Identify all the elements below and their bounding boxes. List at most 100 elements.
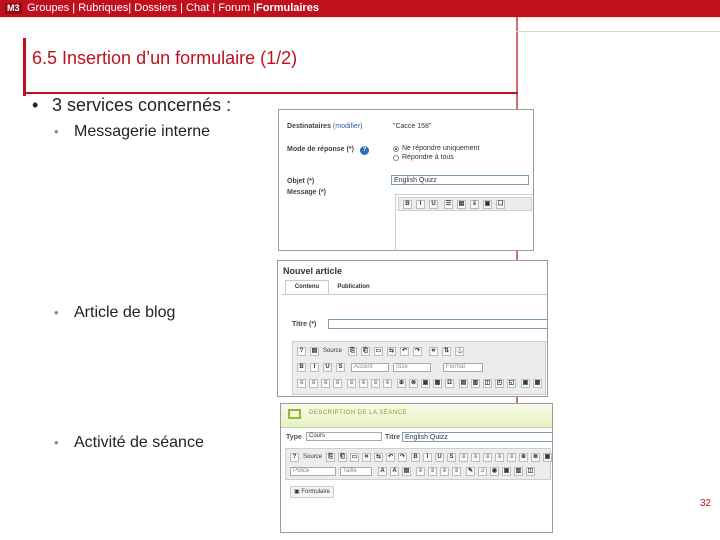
list-icon[interactable]: ☰ (444, 200, 453, 209)
align-right-icon[interactable]: ≡ (321, 379, 330, 388)
justify-icon[interactable]: ≡ (333, 379, 342, 388)
message-editor[interactable]: B I U ☰ ▤ ⇩ ▣ ❏ (395, 194, 533, 250)
table-icon[interactable]: ▤ (457, 200, 466, 209)
paste-text-icon[interactable]: ▭ (374, 347, 383, 356)
outdent-icon[interactable]: ≡ (371, 379, 380, 388)
image-icon[interactable]: ▣ (421, 379, 430, 388)
type-select[interactable]: Cours (306, 432, 382, 441)
doc-icon[interactable]: ▤ (310, 347, 319, 356)
frame-icon[interactable]: ◫ (526, 467, 535, 476)
align-right-icon[interactable]: ≡ (483, 453, 492, 462)
font-color-icon[interactable]: A (378, 467, 387, 476)
link-icon[interactable]: ⊕ (519, 453, 528, 462)
nav-link-forum[interactable]: Forum (218, 2, 250, 14)
nav-link-rubriques[interactable]: Rubriques (78, 2, 128, 14)
police-select[interactable]: Police (290, 467, 336, 476)
source-button[interactable]: Source (303, 454, 322, 460)
help-icon[interactable]: ? (360, 146, 369, 155)
modify-link[interactable]: (modifier) (333, 123, 363, 130)
paste-icon[interactable]: ⎗ (338, 453, 347, 462)
video-icon[interactable]: ◉ (490, 467, 499, 476)
paste-text-icon[interactable]: ▭ (350, 453, 359, 462)
indent-icon[interactable]: ≡ (383, 379, 392, 388)
media-icon[interactable]: ▣ (502, 467, 511, 476)
replace-icon[interactable]: ⇆ (387, 347, 396, 356)
block-icon[interactable]: ◰ (495, 379, 504, 388)
taille-select[interactable]: Taille (340, 467, 372, 476)
nav-link-groupes[interactable]: Groupes (27, 2, 69, 14)
strike-button[interactable]: S (336, 363, 345, 372)
unlink-icon[interactable]: ⊗ (531, 453, 540, 462)
nav-link-formulaires[interactable]: Formulaires (256, 2, 319, 14)
reply-radio-all[interactable] (393, 155, 399, 161)
size-select[interactable]: Size (393, 363, 431, 372)
sort-icon[interactable]: ⇅ (442, 347, 451, 356)
align-center-icon[interactable]: ≡ (309, 379, 318, 388)
help-button[interactable]: ? (290, 453, 299, 462)
layout-icon[interactable]: ▥ (471, 379, 480, 388)
redo-icon[interactable]: ↷ (413, 347, 422, 356)
list-icon[interactable]: ≡ (507, 453, 516, 462)
pencil-icon[interactable]: ✎ (466, 467, 475, 476)
list-ordered-icon[interactable]: ≡ (347, 379, 356, 388)
nav-link-chat[interactable]: Chat (186, 2, 209, 14)
grid-icon[interactable]: ⌗ (429, 347, 438, 356)
layout-icon[interactable]: ▥ (514, 467, 523, 476)
frame-icon[interactable]: ◫ (483, 379, 492, 388)
underline-button[interactable]: U (429, 200, 438, 209)
table-icon[interactable]: ▦ (433, 379, 442, 388)
div-icon[interactable]: ◱ (507, 379, 516, 388)
reply-radio-single[interactable] (393, 146, 399, 152)
format-select[interactable]: Format (443, 363, 483, 372)
image-icon[interactable]: ▣ (483, 200, 492, 209)
insert-form-button[interactable]: ▣ Formulaire (290, 486, 335, 498)
align-left-icon[interactable]: ≡ (297, 379, 306, 388)
audio-icon[interactable]: ♫ (478, 467, 487, 476)
grid-icon[interactable]: ▦ (533, 379, 542, 388)
align-left-icon[interactable]: ≡ (459, 453, 468, 462)
list-bullet-icon[interactable]: ≡ (359, 379, 368, 388)
bold-button[interactable]: B (403, 200, 412, 209)
grid-icon[interactable]: ⌗ (362, 453, 371, 462)
download-icon[interactable]: ⇩ (470, 200, 479, 209)
italic-button[interactable]: I (416, 200, 425, 209)
list-bullet-icon[interactable]: ≡ (428, 467, 437, 476)
tab-contenu[interactable]: Contenu (285, 280, 329, 294)
copy-icon[interactable]: ⎘ (348, 347, 357, 356)
list-ordered-icon[interactable]: ≡ (416, 467, 425, 476)
bg-color-icon[interactable]: A (390, 467, 399, 476)
nav-link-dossiers[interactable]: Dossiers (134, 2, 177, 14)
align-center-icon[interactable]: ≡ (471, 453, 480, 462)
template-icon[interactable]: ▤ (459, 379, 468, 388)
anchor-icon[interactable]: ⚓ (455, 347, 464, 356)
bold-button[interactable]: B (411, 453, 420, 462)
link-icon[interactable]: ⊕ (397, 379, 406, 388)
underline-button[interactable]: U (435, 453, 444, 462)
italic-button[interactable]: I (310, 363, 319, 372)
redo-icon[interactable]: ↷ (398, 453, 407, 462)
outdent-icon[interactable]: ≡ (440, 467, 449, 476)
unlink-icon[interactable]: ⊗ (409, 379, 418, 388)
title-input[interactable] (328, 319, 547, 329)
media-icon[interactable]: ▣ (521, 379, 530, 388)
copy-icon[interactable]: ⎘ (326, 453, 335, 462)
accent-select[interactable]: Accent (351, 363, 389, 372)
special-char-icon[interactable]: Ω (445, 379, 454, 388)
strike-button[interactable]: S (447, 453, 456, 462)
help-button[interactable]: ? (297, 347, 306, 356)
underline-button[interactable]: U (323, 363, 332, 372)
source-button[interactable]: Source (323, 348, 342, 354)
bold-button[interactable]: B (297, 363, 306, 372)
titre-input[interactable]: English Quizz (402, 432, 552, 442)
indent-icon[interactable]: ≡ (452, 467, 461, 476)
italic-button[interactable]: I (423, 453, 432, 462)
table-icon[interactable]: ▤ (402, 467, 411, 476)
undo-icon[interactable]: ↶ (400, 347, 409, 356)
undo-icon[interactable]: ↶ (386, 453, 395, 462)
object-input[interactable]: English Quizz (391, 175, 529, 185)
replace-icon[interactable]: ⇆ (374, 453, 383, 462)
tab-publication[interactable]: Publication (331, 280, 376, 294)
paste-icon[interactable]: ⎗ (361, 347, 370, 356)
image-icon[interactable]: ▣ (543, 453, 552, 462)
justify-icon[interactable]: ≡ (495, 453, 504, 462)
